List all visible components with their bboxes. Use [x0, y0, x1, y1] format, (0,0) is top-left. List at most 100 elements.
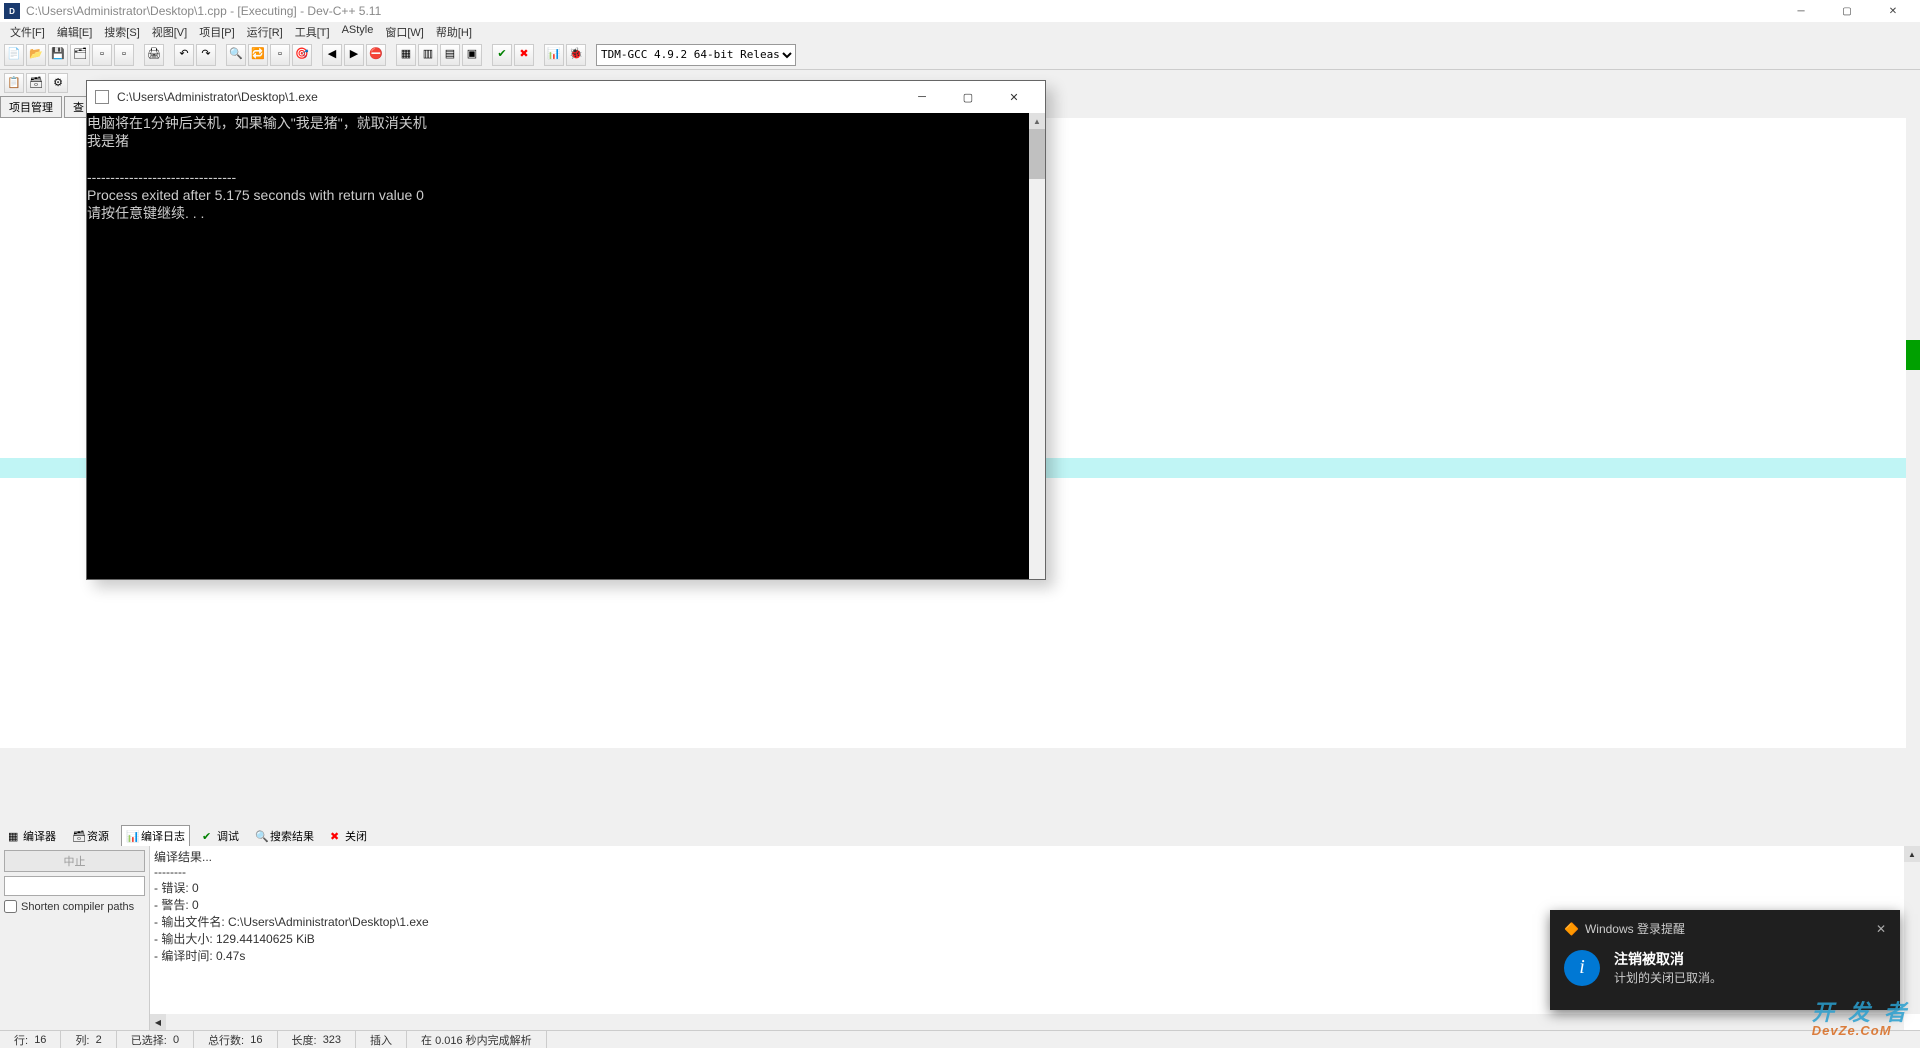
- menu-tools[interactable]: 工具[T]: [289, 22, 336, 40]
- log-path-input[interactable]: [4, 876, 145, 896]
- new-file-button[interactable]: 📄: [4, 44, 24, 66]
- secondary-button-2[interactable]: 🗃: [26, 73, 46, 93]
- menubar: 文件[F] 编辑[E] 搜索[S] 视图[V] 项目[P] 运行[R] 工具[T…: [0, 22, 1920, 40]
- find-button[interactable]: 🔍: [226, 44, 246, 66]
- debug-button[interactable]: 🐞: [566, 44, 586, 66]
- nav-forward-button[interactable]: ▶: [344, 44, 364, 66]
- print-icon: 🖨: [147, 49, 161, 60]
- sidebar-tab-project[interactable]: 项目管理: [0, 96, 62, 118]
- layout-2-button[interactable]: ▥: [418, 44, 438, 66]
- tab-compile-log[interactable]: 📊编译日志: [121, 825, 190, 847]
- x-icon: ✖: [519, 49, 528, 60]
- redo-button[interactable]: ↷: [196, 44, 216, 66]
- console-titlebar[interactable]: C:\Users\Administrator\Desktop\1.exe ─ ▢…: [87, 81, 1045, 113]
- console-title-text: C:\Users\Administrator\Desktop\1.exe: [117, 90, 318, 104]
- tab-compiler[interactable]: ▦编译器: [4, 826, 60, 846]
- open-icon: 📂: [29, 49, 43, 60]
- maximize-button[interactable]: ▢: [1824, 0, 1870, 22]
- secondary-button-1[interactable]: 📋: [4, 73, 24, 93]
- console-minimize-button[interactable]: ─: [899, 82, 945, 112]
- search-icon: 🔍: [255, 830, 267, 842]
- console-scrollbar[interactable]: ▲: [1029, 113, 1045, 579]
- menu-edit[interactable]: 编辑[E]: [51, 22, 98, 40]
- menu-help[interactable]: 帮助[H]: [430, 22, 478, 40]
- layout-1-button[interactable]: ▦: [396, 44, 416, 66]
- shorten-paths-checkbox[interactable]: Shorten compiler paths: [4, 900, 145, 913]
- close-button[interactable]: ✕: [1870, 0, 1916, 22]
- goto-button[interactable]: 🎯: [292, 44, 312, 66]
- replace-button[interactable]: 🔁: [248, 44, 268, 66]
- bottom-tabs: ▦编译器 🗃资源 📊编译日志 ✔调试 🔍搜索结果 ✖关闭: [0, 826, 1920, 846]
- back-icon: ◀: [328, 49, 336, 60]
- toast-close-button[interactable]: ✕: [1876, 922, 1886, 936]
- saveall-button[interactable]: 🗂: [70, 44, 90, 66]
- compile-err-button[interactable]: ✖: [514, 44, 534, 66]
- compiler-select[interactable]: TDM-GCC 4.9.2 64-bit Release: [596, 44, 796, 66]
- menu-astyle[interactable]: AStyle: [336, 22, 380, 40]
- open-file-button[interactable]: 📂: [26, 44, 46, 66]
- scroll-up-icon[interactable]: ▲: [1904, 846, 1920, 862]
- stop-button[interactable]: ⛔: [366, 44, 386, 66]
- menu-view[interactable]: 视图[V]: [146, 22, 193, 40]
- console-line: 电脑将在1分钟后关机，如果输入"我是猪"，就取消关机: [87, 115, 427, 131]
- scroll-left-icon[interactable]: ◀: [150, 1014, 166, 1030]
- compile-ok-button[interactable]: ✔: [492, 44, 512, 66]
- layout-icon: ▣: [467, 49, 477, 60]
- menu-project[interactable]: 项目[P]: [193, 22, 240, 40]
- app-icon: D: [4, 3, 20, 19]
- status-col: 列: 2: [61, 1031, 116, 1048]
- toast-header: 🔶 Windows 登录提醒 ✕: [1564, 920, 1886, 937]
- scroll-up-icon[interactable]: ▲: [1029, 113, 1045, 129]
- minimize-button[interactable]: ─: [1778, 0, 1824, 22]
- editor-scroll-indicator[interactable]: [1906, 340, 1920, 370]
- console-line: 我是猪: [87, 133, 129, 149]
- status-parse: 在 0.016 秒内完成解析: [407, 1031, 547, 1048]
- find-icon: 🔍: [229, 49, 243, 60]
- toolbar-button-12[interactable]: ▫: [270, 44, 290, 66]
- status-selected: 已选择: 0: [117, 1031, 194, 1048]
- menu-window[interactable]: 窗口[W]: [379, 22, 430, 40]
- compiler-icon: ▦: [8, 830, 20, 842]
- secondary-button-3[interactable]: ⚙: [48, 73, 68, 93]
- log-line: - 编译时间: 0.47s: [154, 949, 245, 963]
- forward-icon: ▶: [350, 49, 358, 60]
- tab-resources[interactable]: 🗃资源: [68, 826, 113, 846]
- generic-icon: ▫: [100, 49, 104, 60]
- notification-toast[interactable]: 🔶 Windows 登录提醒 ✕ i 注销被取消 计划的关闭已取消。: [1550, 910, 1900, 1010]
- menu-run[interactable]: 运行[R]: [241, 22, 289, 40]
- saveall-icon: 🗂: [73, 49, 87, 60]
- layout-4-button[interactable]: ▣: [462, 44, 482, 66]
- tab-search-results[interactable]: 🔍搜索结果: [251, 826, 318, 846]
- print-button[interactable]: 🖨: [144, 44, 164, 66]
- shorten-paths-input[interactable]: [4, 900, 17, 913]
- bug-icon: 🐞: [569, 49, 583, 60]
- console-close-button[interactable]: ✕: [991, 82, 1037, 112]
- menu-search[interactable]: 搜索[S]: [98, 22, 145, 40]
- console-maximize-button[interactable]: ▢: [945, 82, 991, 112]
- tab-close[interactable]: ✖关闭: [326, 826, 371, 846]
- save-button[interactable]: 💾: [48, 44, 68, 66]
- layout-icon: ▤: [445, 49, 455, 60]
- menu-file[interactable]: 文件[F]: [4, 22, 51, 40]
- scroll-thumb[interactable]: [1029, 129, 1045, 179]
- console-window: C:\Users\Administrator\Desktop\1.exe ─ ▢…: [86, 80, 1046, 580]
- new-icon: 📄: [7, 49, 21, 60]
- console-output[interactable]: 电脑将在1分钟后关机，如果输入"我是猪"，就取消关机 我是猪 ---------…: [87, 113, 1029, 579]
- log-line: - 错误: 0: [154, 881, 199, 895]
- generic-icon: ▫: [122, 49, 126, 60]
- status-total: 总行数: 16: [194, 1031, 277, 1048]
- nav-back-button[interactable]: ◀: [322, 44, 342, 66]
- abort-button[interactable]: 中止: [4, 850, 145, 872]
- window-title: C:\Users\Administrator\Desktop\1.cpp - […: [26, 4, 381, 18]
- undo-button[interactable]: ↶: [174, 44, 194, 66]
- log-scrollbar-vertical[interactable]: ▲: [1904, 846, 1920, 1014]
- tab-debug[interactable]: ✔调试: [198, 826, 243, 846]
- log-scrollbar-horizontal[interactable]: ◀: [150, 1014, 1904, 1030]
- toolbar-button-6[interactable]: ▫: [114, 44, 134, 66]
- tool-icon: 🗃: [29, 78, 43, 89]
- profile-button[interactable]: 📊: [544, 44, 564, 66]
- toolbar-button-5[interactable]: ▫: [92, 44, 112, 66]
- console-app-icon: [95, 90, 109, 104]
- chart-icon: 📊: [547, 49, 561, 60]
- layout-3-button[interactable]: ▤: [440, 44, 460, 66]
